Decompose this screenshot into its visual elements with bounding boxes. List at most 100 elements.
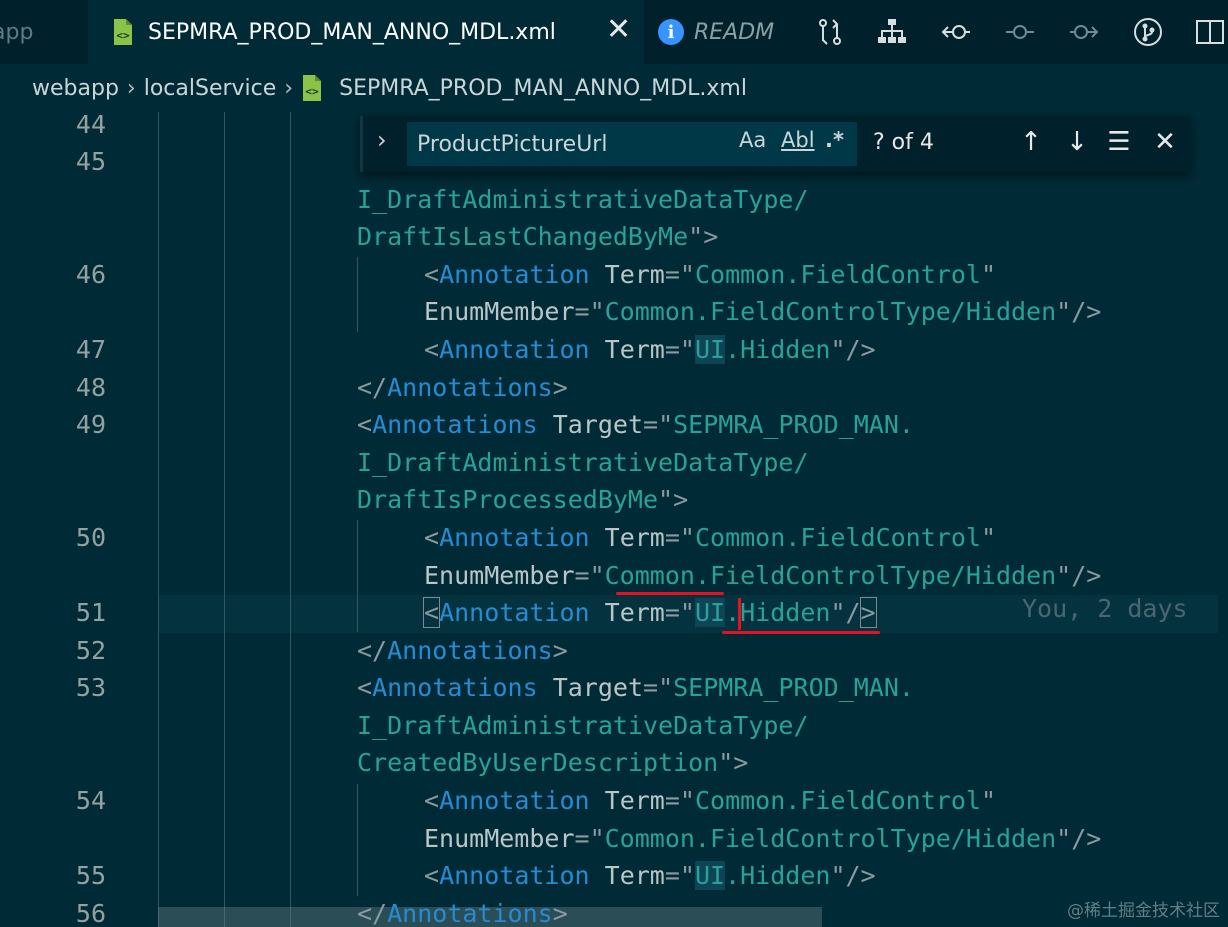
ui-hidden-underline-annotation — [722, 631, 880, 634]
code-attr: EnumMember — [424, 297, 575, 326]
indent-guide — [357, 784, 358, 896]
code-line: EnumMember="Common.FieldControlType/Hidd… — [424, 561, 1102, 590]
indent-guide — [290, 112, 291, 927]
code-string: .Hidden — [725, 335, 831, 364]
code-string: CreatedByUserDescription — [357, 748, 719, 777]
code-tag: Annotations — [387, 373, 553, 402]
code-tag: Annotation — [439, 598, 590, 627]
split-editor-icon[interactable] — [1194, 16, 1226, 48]
previous-match-icon[interactable]: ↑ — [1015, 126, 1047, 158]
code-line: <Annotation Term="Common.FieldControl" — [424, 523, 997, 552]
go-forward-commit-icon[interactable] — [1068, 16, 1100, 48]
code-tag: Annotations — [387, 636, 553, 665]
xml-file-icon: <> — [112, 18, 134, 46]
code-line: </Annotations> — [357, 636, 568, 665]
indent-guide — [158, 112, 159, 927]
code-line: EnumMember="Common.FieldControlType/Hidd… — [424, 824, 1102, 853]
common-underline-annotation — [616, 592, 724, 595]
code-line: </Annotations> — [357, 899, 568, 927]
code-attr: Target — [552, 410, 644, 439]
code-attr: Target — [552, 673, 644, 702]
line-number: 55 — [75, 861, 106, 890]
code-string: .FieldControlType/Hidden — [694, 561, 1057, 590]
line-number: 47 — [75, 335, 106, 364]
tab-previous-label: app — [0, 19, 34, 45]
breadcrumb: webapp › localService › <> SEPMRA_PROD_M… — [0, 64, 1228, 112]
indent-guide — [357, 520, 358, 632]
watermark: @稀土掘金技术社区 — [1067, 901, 1220, 921]
line-number: 52 — [75, 636, 106, 665]
line-number: 53 — [75, 673, 106, 702]
text-cursor — [738, 598, 741, 630]
hierarchy-icon[interactable] — [876, 16, 908, 48]
next-match-icon[interactable]: ↓ — [1061, 126, 1093, 158]
code-line: I_DraftAdministrativeDataType/ — [357, 185, 809, 214]
code-line: CreatedByUserDescription"> — [357, 748, 749, 777]
code-tag: Annotation — [439, 861, 590, 890]
code-string: Common.FieldControl — [694, 260, 981, 289]
close-find-icon[interactable]: ✕ — [1149, 126, 1181, 158]
breadcrumb-item-webapp[interactable]: webapp — [32, 76, 119, 101]
match-case-toggle[interactable]: Aa — [739, 128, 766, 152]
breadcrumb-item-file[interactable]: <> SEPMRA_PROD_MAN_ANNO_MDL.xml — [301, 74, 747, 102]
git-graph-icon[interactable] — [1132, 16, 1164, 48]
code-string: DraftIsProcessedByMe — [357, 485, 659, 514]
line-number: 50 — [75, 523, 106, 552]
code-string-highlight: UI — [694, 598, 726, 627]
svg-text:<>: <> — [116, 29, 130, 42]
code-line: I_DraftAdministrativeDataType/ — [357, 448, 809, 477]
match-count: ? of 4 — [873, 130, 934, 155]
code-string: SEPMRA_PROD_MAN. — [673, 673, 914, 702]
line-number: 51 — [75, 598, 106, 627]
tab-previous[interactable]: app — [0, 0, 88, 64]
xml-file-icon: <> — [301, 74, 323, 102]
code-line: <Annotation Term="UI.Hidden"/> — [424, 861, 876, 890]
regex-toggle[interactable]: .* — [825, 128, 844, 152]
whole-word-toggle[interactable]: Abl — [781, 128, 815, 152]
code-string: .Hidden — [725, 861, 831, 890]
go-back-commit-icon[interactable] — [940, 16, 972, 48]
git-blame-annotation: You, 2 days — [1022, 594, 1188, 623]
code-tag: Annotations — [387, 899, 553, 927]
find-in-selection-icon[interactable]: ☰ — [1103, 126, 1135, 158]
code-attr: Term — [604, 861, 665, 890]
code-editor[interactable]: 44 45 46 47 48 49 50 51 52 53 54 55 56 I… — [0, 112, 1228, 927]
commit-icon[interactable] — [1004, 16, 1036, 48]
tab-readme[interactable]: i READM — [658, 0, 798, 64]
line-number: 54 — [75, 786, 106, 815]
code-string-highlight: UI — [694, 861, 726, 890]
tab-active-file[interactable]: <> SEPMRA_PROD_MAN_ANNO_MDL.xml ✕ — [88, 0, 644, 64]
code-line-current: <Annotation Term="UI.Hidden"/> — [422, 597, 877, 628]
code-attr: EnumMember — [424, 561, 575, 590]
code-line: <Annotation Term="UI.Hidden"/> — [424, 335, 876, 364]
code-line: <Annotations Target="SEPMRA_PROD_MAN. — [357, 410, 914, 439]
breadcrumb-item-localservice[interactable]: localService — [144, 76, 277, 101]
breadcrumb-separator-icon: › — [284, 75, 294, 101]
code-string: DraftIsLastChangedByMe — [357, 222, 689, 251]
code-tag: Annotations — [372, 673, 538, 702]
compare-changes-icon[interactable] — [814, 16, 846, 48]
indent-guide — [224, 112, 225, 927]
breadcrumb-file-label: SEPMRA_PROD_MAN_ANNO_MDL.xml — [339, 75, 747, 101]
line-number: 44 — [75, 112, 106, 139]
code-line: EnumMember="Common.FieldControlType/Hidd… — [424, 297, 1102, 326]
code-line: <Annotations Target="SEPMRA_PROD_MAN. — [357, 673, 914, 702]
toggle-replace-chevron-icon[interactable]: › — [377, 126, 387, 154]
code-line: I_DraftAdministrativeDataType/ — [357, 711, 809, 740]
tab-close-icon[interactable]: ✕ — [606, 14, 631, 46]
code-tag: Annotation — [439, 260, 590, 289]
find-widget: › ProductPictureUrl Aa Abl .* ? of 4 ↑ ↓… — [360, 116, 1190, 172]
line-number: 56 — [75, 899, 106, 927]
code-tag: Annotation — [439, 523, 590, 552]
code-tag: Annotations — [372, 410, 538, 439]
code-attr: EnumMember — [424, 824, 575, 853]
info-icon: i — [658, 19, 684, 45]
code-line: <Annotation Term="Common.FieldControl" — [424, 786, 997, 815]
code-attr: Term — [604, 523, 665, 552]
code-string: Common.FieldControl — [694, 523, 981, 552]
code-line: DraftIsProcessedByMe"> — [357, 485, 689, 514]
code-string: Common.FieldControlType/Hidden — [604, 297, 1057, 326]
indent-guide — [357, 257, 358, 332]
code-tag: Annotation — [439, 335, 590, 364]
code-string: Common.FieldControlType/Hidden — [604, 824, 1057, 853]
